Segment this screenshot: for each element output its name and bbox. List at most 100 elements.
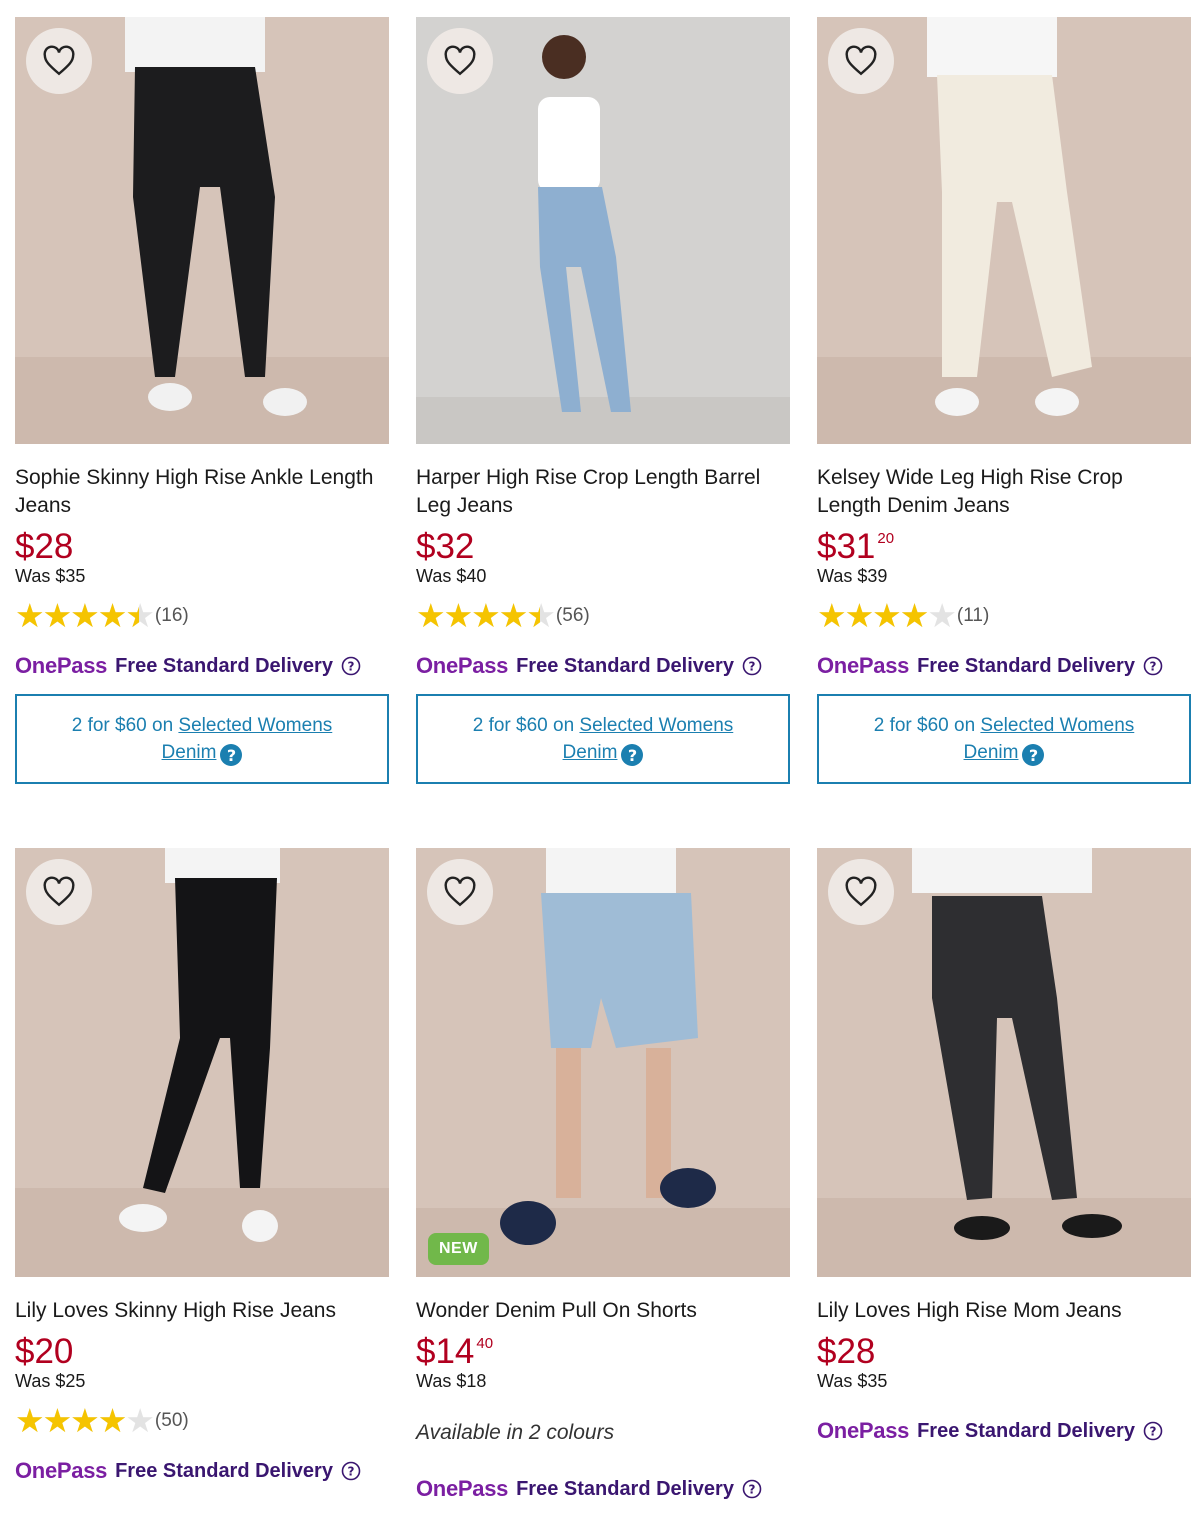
- promo-help-icon[interactable]: ?: [1022, 744, 1045, 767]
- review-count: (16): [154, 605, 189, 626]
- product-image[interactable]: [15, 17, 389, 444]
- price-dollars: $31: [817, 527, 876, 566]
- new-badge: NEW: [428, 1233, 489, 1265]
- promo-link[interactable]: Selected Womens Denim: [162, 715, 333, 763]
- onepass-delivery: OnePass Free Standard Delivery ?: [817, 1417, 1191, 1445]
- product-image[interactable]: [817, 17, 1191, 444]
- product-card[interactable]: Lily Loves Skinny High Rise Jeans $20 Wa…: [15, 848, 389, 1485]
- product-price: $20: [15, 1333, 389, 1371]
- product-price: $28: [817, 1333, 1191, 1371]
- onepass-delivery: OnePass Free Standard Delivery ?: [15, 1457, 389, 1485]
- heart-outline-icon: [444, 45, 476, 76]
- was-price: Was $39: [817, 566, 888, 586]
- price-dollars: $20: [15, 1332, 74, 1371]
- product-title[interactable]: Lily Loves High Rise Mom Jeans: [817, 1297, 1191, 1325]
- review-count: (50): [154, 1410, 189, 1431]
- wishlist-button[interactable]: [427, 859, 493, 925]
- product-price: $14 40: [416, 1333, 790, 1371]
- product-title[interactable]: Harper High Rise Crop Length Barrel Leg …: [416, 464, 790, 520]
- product-title[interactable]: Wonder Denim Pull On Shorts: [416, 1297, 790, 1325]
- onepass-logo: OnePass: [15, 1458, 108, 1483]
- promo-box[interactable]: 2 for $60 on Selected Womens Denim?: [817, 694, 1191, 784]
- product-title[interactable]: Kelsey Wide Leg High Rise Crop Length De…: [817, 464, 1191, 520]
- wishlist-button[interactable]: [427, 28, 493, 94]
- review-count: (56): [555, 605, 590, 626]
- review-count: (11): [956, 605, 990, 626]
- delivery-text: Free Standard Delivery: [516, 1477, 734, 1500]
- delivery-text: Free Standard Delivery: [115, 1459, 333, 1482]
- product-card[interactable]: Harper High Rise Crop Length Barrel Leg …: [416, 17, 790, 784]
- available-colours[interactable]: Available in 2 colours: [416, 1421, 790, 1445]
- heart-outline-icon: [43, 876, 75, 907]
- question-circle-icon[interactable]: ?: [1143, 1421, 1163, 1441]
- product-card[interactable]: NEW Wonder Denim Pull On Shorts $14 40 Wa…: [416, 848, 790, 1503]
- product-image[interactable]: [15, 848, 389, 1277]
- question-circle-icon[interactable]: ?: [1143, 656, 1163, 676]
- price-dollars: $28: [15, 527, 74, 566]
- promo-box[interactable]: 2 for $60 on Selected Womens Denim?: [416, 694, 790, 784]
- price-cents: 40: [476, 1335, 494, 1352]
- svg-text:?: ?: [748, 1483, 755, 1497]
- rating[interactable]: ★★★★★★★★★★ (16): [15, 599, 389, 632]
- promo-box[interactable]: 2 for $60 on Selected Womens Denim?: [15, 694, 389, 784]
- product-image[interactable]: NEW: [416, 848, 790, 1277]
- star-rating: ★★★★★★★★★★: [817, 596, 957, 635]
- product-title[interactable]: Lily Loves Skinny High Rise Jeans: [15, 1297, 389, 1325]
- question-circle-icon[interactable]: ?: [341, 656, 361, 676]
- product-card[interactable]: Lily Loves High Rise Mom Jeans $28 Was $…: [817, 848, 1191, 1445]
- svg-text:?: ?: [1149, 1425, 1156, 1439]
- heart-outline-icon: [43, 45, 75, 76]
- onepass-delivery: OnePass Free Standard Delivery ?: [817, 652, 1191, 680]
- was-price: Was $35: [817, 1371, 888, 1391]
- product-card[interactable]: Sophie Skinny High Rise Ankle Length Jea…: [15, 17, 389, 784]
- wishlist-button[interactable]: [26, 859, 92, 925]
- promo-prefix: 2 for $60 on: [873, 714, 981, 736]
- promo-help-icon[interactable]: ?: [621, 744, 644, 767]
- price-dollars: $28: [817, 1332, 876, 1371]
- question-circle-icon[interactable]: ?: [742, 1479, 762, 1499]
- onepass-logo: OnePass: [15, 653, 108, 678]
- product-price: $32: [416, 528, 790, 566]
- question-circle-icon[interactable]: ?: [742, 656, 762, 676]
- was-price: Was $35: [15, 566, 86, 586]
- promo-link[interactable]: Selected Womens Denim: [563, 715, 734, 763]
- product-price: $31 20: [817, 528, 1191, 566]
- price-dollars: $14: [416, 1332, 475, 1371]
- onepass-delivery: OnePass Free Standard Delivery ?: [416, 1475, 790, 1503]
- svg-text:?: ?: [1149, 660, 1156, 674]
- price-cents: 20: [877, 530, 895, 547]
- rating[interactable]: ★★★★★★★★★★ (56): [416, 596, 790, 635]
- rating[interactable]: ★★★★★★★★★★ (11): [817, 596, 1191, 635]
- wishlist-button[interactable]: [828, 28, 894, 94]
- price-dollars: $32: [416, 527, 475, 566]
- svg-text:?: ?: [748, 660, 755, 674]
- heart-outline-icon: [444, 876, 476, 907]
- delivery-text: Free Standard Delivery: [917, 1419, 1135, 1442]
- wishlist-button[interactable]: [828, 859, 894, 925]
- onepass-delivery: OnePass Free Standard Delivery ?: [416, 652, 790, 680]
- svg-text:?: ?: [347, 660, 354, 674]
- promo-link[interactable]: Selected Womens Denim: [964, 715, 1135, 763]
- onepass-delivery: OnePass Free Standard Delivery ?: [15, 652, 389, 680]
- onepass-logo: OnePass: [416, 1476, 509, 1501]
- promo-prefix: 2 for $60 on: [472, 714, 580, 736]
- star-rating: ★★★★★★★★★★: [416, 596, 556, 635]
- star-rating: ★★★★★★★★★★: [15, 1401, 155, 1440]
- onepass-logo: OnePass: [817, 653, 910, 678]
- wishlist-button[interactable]: [26, 28, 92, 94]
- heart-outline-icon: [845, 45, 877, 76]
- question-circle-icon[interactable]: ?: [341, 1461, 361, 1481]
- promo-help-icon[interactable]: ?: [220, 744, 243, 767]
- product-card[interactable]: Kelsey Wide Leg High Rise Crop Length De…: [817, 17, 1191, 784]
- promo-prefix: 2 for $60 on: [71, 714, 179, 736]
- product-image[interactable]: [416, 17, 790, 444]
- was-price: Was $40: [416, 566, 487, 586]
- svg-text:?: ?: [347, 1465, 354, 1479]
- onepass-logo: OnePass: [416, 653, 509, 678]
- product-image[interactable]: [817, 848, 1191, 1277]
- rating[interactable]: ★★★★★★★★★★ (50): [15, 1401, 389, 1440]
- product-title[interactable]: Sophie Skinny High Rise Ankle Length Jea…: [15, 464, 389, 520]
- was-price: Was $25: [15, 1371, 86, 1391]
- product-price: $28: [15, 528, 389, 566]
- delivery-text: Free Standard Delivery: [917, 654, 1135, 677]
